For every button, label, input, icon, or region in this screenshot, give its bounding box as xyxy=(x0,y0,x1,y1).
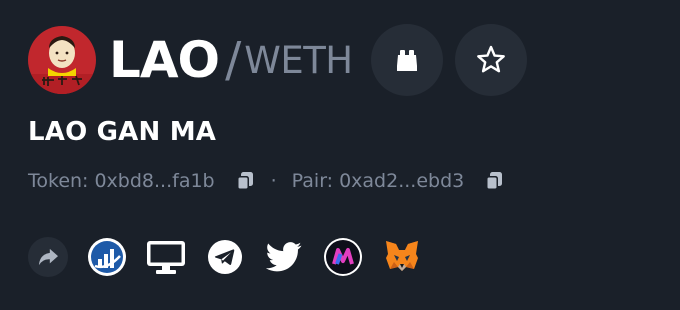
quote-token-symbol: WETH xyxy=(244,38,353,82)
social-links xyxy=(28,236,422,278)
dextools-icon xyxy=(324,238,362,276)
star-icon xyxy=(476,45,505,73)
copy-pair-address-button[interactable] xyxy=(483,169,507,193)
metamask-icon xyxy=(386,241,418,271)
pair-header: LAO / WETH xyxy=(28,24,527,96)
address-separator: · xyxy=(270,170,277,192)
telegram-icon xyxy=(208,240,242,274)
pair-address-value: 0xad2...ebd3 xyxy=(339,170,465,192)
website-icon xyxy=(147,241,185,274)
share-button[interactable] xyxy=(28,237,68,277)
address-row: Token: 0xbd8...fa1b · Pair: 0xad2...ebd3 xyxy=(28,166,507,196)
coinmarket-link[interactable] xyxy=(87,237,127,277)
pair-separator: / xyxy=(225,32,242,88)
copy-token-address-button[interactable] xyxy=(234,169,258,193)
twitter-icon xyxy=(266,242,302,272)
token-name: LAO GAN MA xyxy=(28,117,217,147)
copy-icon xyxy=(236,172,253,190)
favorite-button[interactable] xyxy=(454,24,527,96)
telegram-link[interactable] xyxy=(205,237,245,277)
twitter-link[interactable] xyxy=(264,237,304,277)
token-address-label: Token: xyxy=(28,170,89,192)
chart-stats-icon xyxy=(88,238,126,276)
token-logo xyxy=(28,26,96,94)
binoculars-icon xyxy=(396,50,417,71)
pair-address-label: Pair: xyxy=(291,170,334,192)
share-icon xyxy=(28,237,68,277)
watch-button[interactable] xyxy=(370,24,443,96)
metamask-button[interactable] xyxy=(382,237,422,277)
base-token-symbol: LAO xyxy=(109,31,220,89)
website-link[interactable] xyxy=(146,237,186,277)
token-address-value: 0xbd8...fa1b xyxy=(94,170,215,192)
copy-icon xyxy=(486,172,503,190)
dextools-link[interactable] xyxy=(323,237,363,277)
